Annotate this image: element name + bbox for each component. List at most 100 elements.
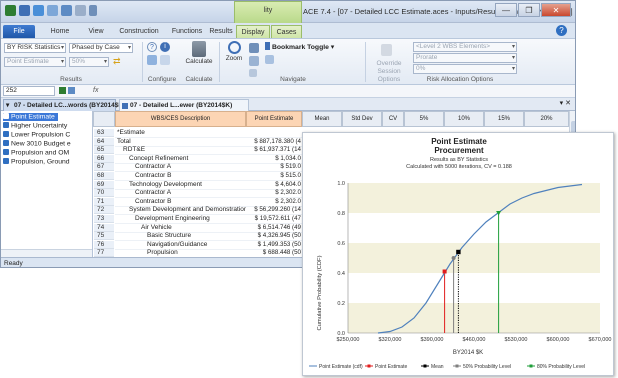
cell-point-estimate[interactable]: $ 4,326.945 (50 (246, 232, 302, 240)
row-number[interactable]: 71 (94, 197, 114, 206)
zoom-button[interactable]: Zoom (223, 41, 245, 62)
column-header-cv[interactable]: CV (382, 111, 404, 127)
cell-description[interactable]: System Development and Demonstration (115, 206, 246, 214)
tab-results[interactable]: Results (207, 25, 235, 38)
tree-item-propulsion-om[interactable]: Propulsion and OM (3, 149, 69, 157)
nav-buttons[interactable] (59, 87, 75, 94)
row-number[interactable]: 68 (94, 172, 114, 180)
tree-item-lower-propulsion[interactable]: Lower Propulsion C (3, 131, 70, 139)
help-icon[interactable]: ? (556, 25, 567, 36)
row-number[interactable]: 70 (94, 189, 114, 198)
expand-icon[interactable] (249, 43, 259, 53)
risk-percent-combo[interactable]: 0% ▾ (413, 64, 517, 74)
cell-description[interactable]: *Estimate (115, 129, 246, 137)
restore-button[interactable]: ❐ (518, 3, 540, 17)
calculate-button[interactable]: Calculate (181, 41, 217, 65)
point-estimate-combo[interactable]: Point Estimate ▾ (4, 57, 66, 67)
save-icon[interactable] (5, 5, 16, 16)
print-icon[interactable] (61, 5, 72, 16)
cell-point-estimate[interactable]: $ 519.0 (246, 163, 302, 171)
row-number[interactable]: 69 (94, 180, 114, 189)
cell-description[interactable]: RDT&E (115, 146, 246, 154)
bookmark-toggle-button[interactable]: Bookmark Toggle ▾ (265, 42, 334, 51)
column-header-mean[interactable]: Mean (302, 111, 342, 127)
cell-point-estimate[interactable]: $ 61,937.371 (14 (246, 146, 302, 154)
cell-point-estimate[interactable]: $ 4,604.0 (246, 181, 302, 189)
arrows-icon[interactable]: ⇄ (113, 56, 121, 67)
cell-point-estimate[interactable]: $ 2,302.0 (246, 189, 302, 197)
cell-description[interactable]: Air Vehicle (115, 224, 246, 232)
prorate-combo[interactable]: Prorate ▾ (413, 53, 517, 63)
row-number[interactable]: 76 (94, 240, 114, 249)
cell-description[interactable]: Contractor A (115, 189, 246, 197)
row-number[interactable]: 66 (94, 154, 114, 163)
close-button[interactable]: ✕ (541, 3, 571, 17)
cell-description[interactable]: Basic Structure (115, 232, 246, 240)
row-number[interactable]: 75 (94, 232, 114, 241)
tree-item-higher-uncertainty[interactable]: Higher Uncertainty (3, 122, 67, 130)
tree-horizontal-scrollbar[interactable] (1, 249, 92, 257)
row-number[interactable]: 77 (94, 249, 114, 257)
column-header-15pct[interactable]: 15% (484, 111, 524, 127)
column-header-description[interactable]: WBS/CES Description (115, 111, 246, 127)
column-header-20pct[interactable]: 20% (524, 111, 569, 127)
tab-display[interactable]: Display (236, 25, 270, 38)
row-number[interactable]: 72 (94, 206, 114, 215)
doc-tab-viewer[interactable]: 07 - Detailed L...ewer (BY2014$K) (119, 99, 249, 111)
cell-point-estimate[interactable]: $ 1,034.0 (246, 155, 302, 163)
next-icon[interactable] (68, 87, 75, 94)
row-number[interactable]: 63 (94, 129, 114, 137)
redo-icon[interactable] (33, 5, 44, 16)
column-header-10pct[interactable]: 10% (444, 111, 484, 127)
customize-icon[interactable] (89, 5, 97, 16)
new-icon[interactable] (47, 5, 58, 16)
tab-cases[interactable]: Cases (271, 25, 302, 38)
table-icon[interactable] (147, 55, 157, 65)
tab-functions[interactable]: Functions (167, 25, 207, 38)
sheet-icon[interactable] (160, 55, 170, 65)
case-combo[interactable]: Phased by Case ▾ (69, 43, 133, 53)
doc-tab-words[interactable]: ▾ 07 - Detailed LC...words (BY2014$K) (3, 99, 125, 111)
tab-view[interactable]: View (83, 25, 109, 38)
grid-icon[interactable] (75, 5, 86, 16)
cell-point-estimate[interactable]: $ 1,499.353 (50 (246, 241, 302, 249)
cell-description[interactable]: Technology Development (115, 181, 246, 189)
column-header-5pct[interactable]: 5% (404, 111, 444, 127)
row-number[interactable]: 65 (94, 146, 114, 155)
cell-description[interactable]: Propulsion (115, 249, 246, 257)
cell-point-estimate[interactable]: $ 6,514.746 (49 (246, 224, 302, 232)
row-number[interactable]: 74 (94, 223, 114, 232)
cell-description[interactable]: Navigation/Guidance (115, 241, 246, 249)
cell-point-estimate[interactable]: $ 688.448 (50 (246, 249, 302, 257)
column-header-point-estimate[interactable]: Point Estimate (246, 111, 302, 127)
tab-file[interactable]: File (3, 25, 35, 38)
cell-point-estimate[interactable]: $ 56,299.260 (14 (246, 206, 302, 214)
question-icon[interactable]: ? (147, 42, 157, 52)
row-number[interactable]: 64 (94, 137, 114, 146)
level-combo[interactable]: <Level 2 WBS Elements> ▾ (413, 42, 517, 52)
undo-icon[interactable] (19, 5, 30, 16)
tab-construction[interactable]: Construction (114, 25, 164, 38)
cell-point-estimate[interactable] (246, 129, 302, 137)
minimize-button[interactable]: — (495, 3, 517, 17)
cell-description[interactable]: Contractor B (115, 198, 246, 206)
cell-point-estimate[interactable]: $ 515.0 (246, 172, 302, 180)
cell-point-estimate[interactable]: $ 2,302.0 (246, 198, 302, 206)
info-icon[interactable]: i (160, 42, 170, 52)
cell-description[interactable]: Contractor B (115, 172, 246, 180)
statistics-combo[interactable]: BY RISK Statistics ▾ (4, 43, 66, 53)
cell-point-estimate[interactable]: $ 19,572.611 (47 (246, 215, 302, 223)
tree-item-new-3010-budget[interactable]: New 3010 Budget e (3, 140, 71, 148)
tree-item-propulsion-ground[interactable]: Propulsion, Ground (3, 158, 70, 166)
row-number[interactable]: 67 (94, 163, 114, 172)
cell-point-estimate[interactable]: $ 887,178.380 (4 (246, 138, 302, 146)
column-header-std-dev[interactable]: Std Dev (342, 111, 382, 127)
cell-description[interactable]: Total (115, 138, 246, 146)
cell-description[interactable]: Concept Refinement (115, 155, 246, 163)
collapse-icon[interactable] (249, 56, 259, 66)
tree-item-point-estimate[interactable]: Point Estimate (3, 113, 58, 121)
accept-icon[interactable] (59, 87, 66, 94)
name-box[interactable]: 252 (3, 86, 55, 96)
cell-description[interactable]: Development Engineering (115, 215, 246, 223)
bookmark-next-icon[interactable] (265, 55, 274, 64)
